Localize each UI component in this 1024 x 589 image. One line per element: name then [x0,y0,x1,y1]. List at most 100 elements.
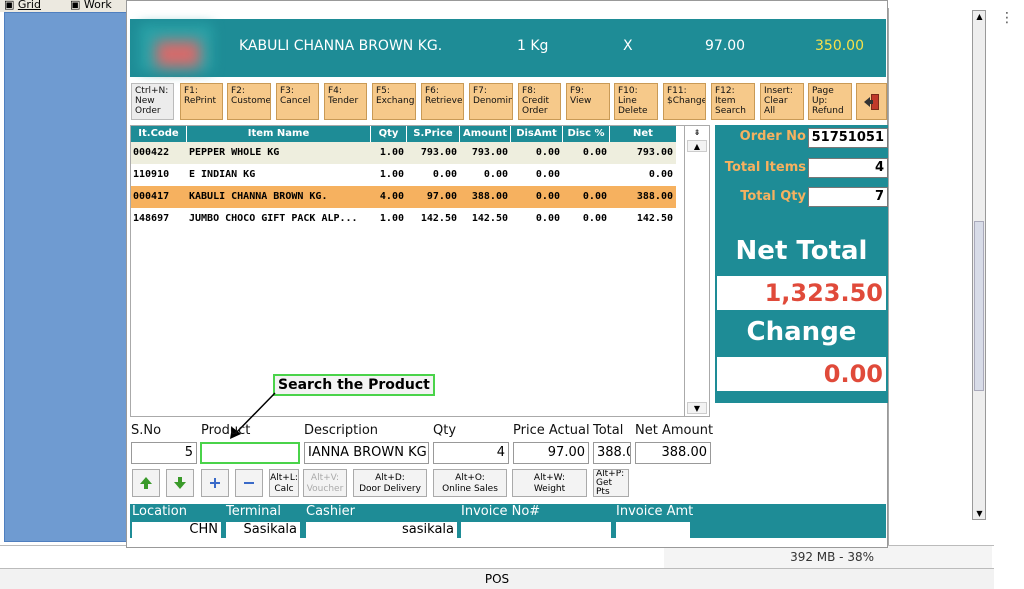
cell-net-amount: 142.50 [636,213,673,224]
col-sprice[interactable]: S.Price [407,126,460,142]
net-amount-label: Net Amount [635,423,714,438]
table-row[interactable]: 000417 KABULI CHANNA BROWN KG. 4.00 97.00 38… [131,186,676,208]
new-order-button[interactable]: Ctrl+N: New Order [131,83,174,120]
col-amount[interactable]: Amount [460,126,511,142]
line-delete-button[interactable]: F10: Line Delete [614,83,658,120]
cell-item-name: KABULI CHANNA BROWN KG. [189,191,328,202]
sno-label: S.No [131,423,162,438]
total-field[interactable]: 388.0 [593,442,631,464]
invoice-no-label: Invoice No# [461,504,541,519]
col-disamt[interactable]: DisAmt [511,126,563,142]
grid-scroll-down-icon[interactable]: ▼ [687,402,707,414]
retrieve-button[interactable]: F6: Retrieve [421,83,464,120]
online-sales-button[interactable]: Alt+O: Online Sales [433,469,507,497]
online-sales-button-label: Alt+O: Online Sales [442,473,498,494]
cell-itcode: 000417 [133,191,170,202]
plus-icon [210,478,220,488]
background-scrollbar[interactable]: ▲ ▼ [972,10,986,520]
cell-amount: 0.00 [483,169,508,180]
cell-amount: 142.50 [471,213,508,224]
cell-item-name: E INDIAN KG [189,169,256,180]
grid-scroll-up-icon[interactable]: ▲ [687,140,707,152]
tab-work[interactable]: ▣ Work [70,0,112,11]
total-qty-value: 7 [808,187,888,207]
cell-amount: 388.00 [471,191,508,202]
cell-disc-pct [563,164,610,186]
sno-field[interactable]: 5 [131,442,197,464]
arrow-up-icon [140,477,152,489]
weight-button[interactable]: Alt+W: Weight [512,469,587,497]
cell-disc-pct: 0.00 [582,147,607,158]
invoice-no-value [461,522,611,538]
grid-menu-icon[interactable]: ⇟ [687,128,707,138]
clear-all-button[interactable]: Insert: Clear All [760,83,804,120]
cell-qty: 1.00 [379,147,404,158]
move-up-button[interactable] [132,469,160,497]
customer-button[interactable]: F2: Custome [227,83,271,120]
background-left-panel [4,12,128,542]
cell-net-amount: 388.00 [636,191,673,202]
banner-price: 97.00 [705,38,746,54]
search-product-callout: Search the Product [273,374,435,396]
calc-button[interactable]: Alt+L: Calc [269,469,299,497]
col-disc-pct[interactable]: Disc % [563,126,610,142]
item-search-button[interactable]: F12: Item Search [711,83,755,120]
table-row[interactable]: 000422 PEPPER WHOLE KG 1.00 793.00 793.00 0.0… [131,142,676,164]
view-button[interactable]: F9: View [566,83,610,120]
change-button[interactable]: F11: $Change [663,83,706,120]
col-itcode[interactable]: It.Code [131,126,187,142]
door-delivery-button[interactable]: Alt+D: Door Delivery [353,469,427,497]
exchange-button[interactable]: F5: Exchang [372,83,416,120]
cell-disamt: 0.00 [535,213,560,224]
cell-qty: 4.00 [379,191,404,202]
total-items-value: 4 [808,158,888,178]
change-value: 0.00 [717,357,886,391]
description-field[interactable]: IANNA BROWN KG. [304,442,429,464]
arrow-down-icon [174,477,186,489]
product-search-input[interactable] [200,442,300,464]
refund-button[interactable]: Page Up: Refund [808,83,852,120]
net-total-value: 1,323.50 [717,276,886,310]
cancel-button[interactable]: F3: Cancel [276,83,319,120]
credit-order-button[interactable]: F8: Credit Order [518,83,561,120]
banner-total: 350.00 [815,38,864,54]
voucher-button[interactable]: Alt+V: Voucher [303,469,347,497]
get-points-button[interactable]: Alt+P: Get Pts [593,469,629,497]
move-down-button[interactable] [166,469,194,497]
remove-button[interactable] [235,469,263,497]
location-value: CHN [132,522,221,538]
cell-net-amount: 793.00 [636,147,673,158]
cell-net-amount: 0.00 [648,169,673,180]
tender-button[interactable]: F4: Tender [324,83,367,120]
tab-work-label: Work [83,0,112,11]
scroll-thumb[interactable] [974,221,984,391]
tab-grid[interactable]: ▣ Grid [4,0,41,11]
summary-panel: Order No 51751051 Total Items 4 Total Qt… [715,125,888,403]
qty-field[interactable]: 4 [433,442,509,464]
qty-label: Qty [433,423,457,438]
add-button[interactable] [201,469,229,497]
banner-multiplier: X [623,38,633,54]
table-row[interactable]: 110910 E INDIAN KG 1.00 0.00 0.00 0.00 0.00 [131,164,676,186]
invoice-amt-label: Invoice Amt [616,504,694,519]
col-qty[interactable]: Qty [371,126,407,142]
col-net-amount[interactable]: Net Amount [610,126,676,155]
col-item-name[interactable]: Item Name [187,126,371,142]
kebab-menu-icon[interactable]: ⋮ [1000,10,1014,26]
price-actual-field[interactable]: 97.00 [513,442,589,464]
banner-unit: 1 Kg [517,38,549,54]
door-delivery-button-label: Alt+D: Door Delivery [359,473,421,494]
pos-window: KABULI CHANNA BROWN KG. 1 Kg X 97.00 350… [126,0,888,548]
exit-button[interactable] [856,83,887,120]
total-qty-label: Total Qty [740,189,806,204]
reprint-button[interactable]: F1: RePrint [180,83,223,120]
cashier-label: Cashier [306,504,356,519]
scroll-up-icon[interactable]: ▲ [975,12,984,21]
table-row[interactable]: 148697 JUMBO CHOCO GIFT PACK ALP... 1.00 14… [131,208,676,230]
denomination-button[interactable]: F7: Denomin [469,83,513,120]
cell-qty: 1.00 [379,213,404,224]
scroll-down-icon[interactable]: ▼ [975,509,984,518]
net-amount-field[interactable]: 388.00 [635,442,711,464]
footer-bar: Location Terminal Cashier Invoice No# In… [130,504,886,538]
grid-scrollbar[interactable]: ⇟ ▲ ▼ [684,126,709,416]
